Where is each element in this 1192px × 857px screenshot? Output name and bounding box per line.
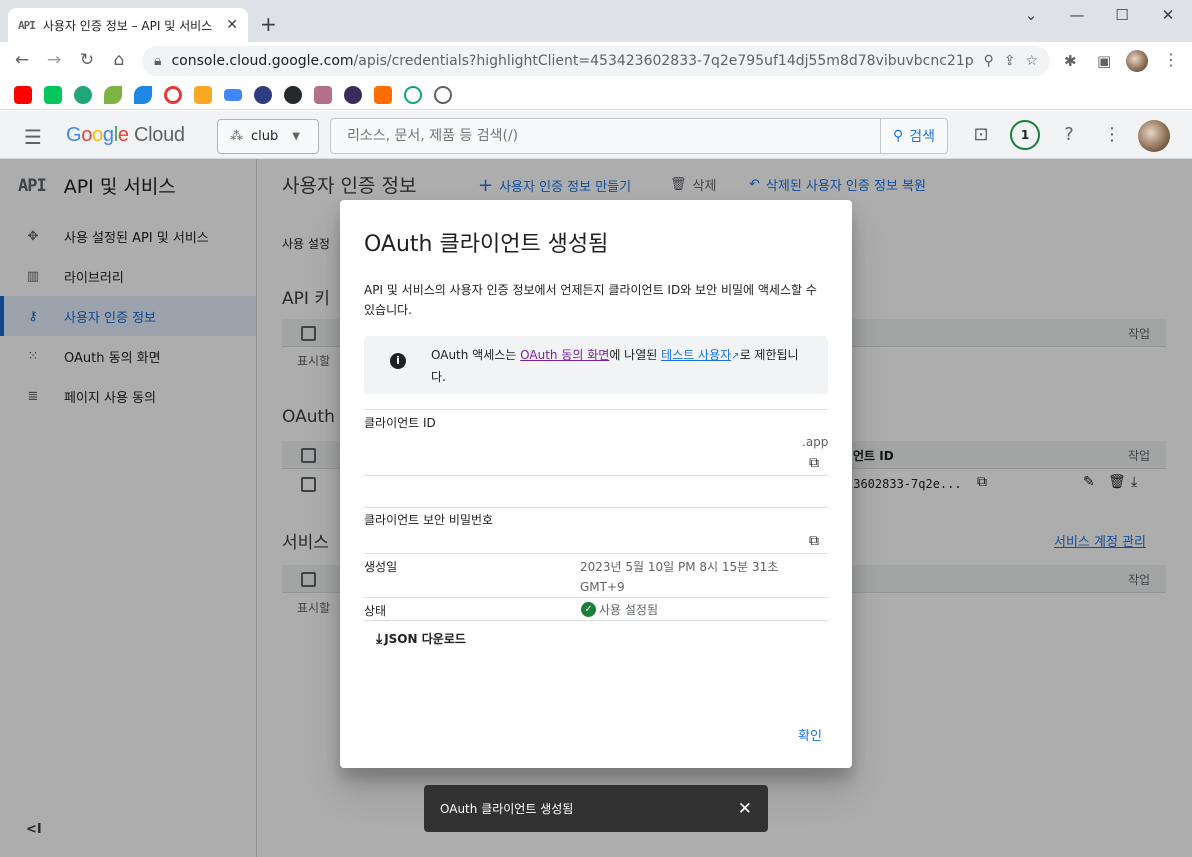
reload-icon[interactable]: ↻ bbox=[75, 50, 99, 70]
divider bbox=[364, 507, 828, 508]
bookmarks-bar bbox=[0, 80, 1192, 110]
owl-icon[interactable] bbox=[254, 85, 272, 104]
divider bbox=[364, 475, 828, 476]
divider bbox=[364, 409, 828, 410]
snackbar-text: OAuth 클라이언트 생성됨 bbox=[440, 802, 574, 816]
check-circle-icon: ✓ bbox=[581, 602, 596, 617]
test-users-link[interactable]: 테스트 사용자 bbox=[661, 348, 731, 362]
chevron-down-icon[interactable]: ⌄ bbox=[1016, 6, 1046, 24]
image-icon[interactable] bbox=[314, 85, 332, 104]
status-badge: ✓ 사용 설정됨 bbox=[581, 601, 658, 618]
api-favicon-icon: API bbox=[18, 18, 36, 32]
dropdown-arrow-icon: ▼ bbox=[292, 131, 300, 142]
classroom-icon[interactable] bbox=[194, 85, 212, 104]
copy-secret-icon[interactable]: ⧉ bbox=[809, 533, 819, 549]
feather-icon[interactable] bbox=[134, 85, 152, 104]
leaf-icon[interactable] bbox=[104, 85, 122, 104]
copy-client-id-icon[interactable]: ⧉ bbox=[809, 455, 819, 471]
project-name: club bbox=[251, 129, 279, 144]
globe-icon[interactable] bbox=[434, 85, 452, 104]
cube-icon[interactable] bbox=[374, 85, 392, 104]
project-picker[interactable]: ⁂ club ▼ bbox=[217, 119, 319, 154]
avatar-bookmark-icon[interactable] bbox=[344, 85, 362, 104]
account-avatar[interactable] bbox=[1138, 120, 1170, 152]
github-icon[interactable] bbox=[284, 85, 302, 104]
search-button[interactable]: ⚲ 검색 bbox=[879, 119, 947, 153]
close-icon[interactable]: ✕ bbox=[738, 799, 752, 819]
back-icon[interactable]: ← bbox=[10, 50, 34, 70]
bookmark-green-icon[interactable] bbox=[74, 85, 92, 104]
new-tab-icon[interactable]: + bbox=[260, 12, 277, 36]
project-nodes-icon: ⁂ bbox=[230, 129, 243, 144]
google-cloud-logo[interactable]: Google Cloud bbox=[66, 124, 185, 147]
star-icon[interactable]: ☆ bbox=[1025, 53, 1038, 69]
divider bbox=[364, 597, 828, 598]
oauth-consent-link[interactable]: OAuth 동의 화면 bbox=[520, 348, 609, 362]
status-label: 상태 bbox=[364, 604, 387, 618]
naver-icon[interactable] bbox=[44, 85, 62, 104]
share-icon[interactable]: ⇪ bbox=[1004, 53, 1016, 69]
download-icon: ⤓ bbox=[376, 630, 383, 647]
minimize-icon[interactable]: — bbox=[1062, 6, 1092, 24]
close-window-icon[interactable]: ✕ bbox=[1153, 6, 1183, 24]
dialog-description: API 및 서비스의 사용자 인증 정보에서 언제든지 클라이언트 ID와 보안… bbox=[364, 283, 817, 317]
browser-tab[interactable]: API 사용자 인증 정보 – API 및 서비스 ✕ bbox=[8, 8, 248, 42]
info-icon: i bbox=[390, 353, 406, 369]
client-secret-label: 클라이언트 보안 비밀번호 bbox=[364, 513, 494, 527]
ring-icon[interactable] bbox=[164, 85, 182, 104]
url-text: console.cloud.google.com/apis/credential… bbox=[171, 53, 974, 69]
json-download-button[interactable]: ⤓ JSON 다운로드 bbox=[376, 630, 466, 647]
address-bar[interactable]: 🔒︎ console.cloud.google.com/apis/credent… bbox=[142, 46, 1050, 76]
hamburger-menu-icon[interactable]: ☰ bbox=[24, 125, 42, 149]
home-icon[interactable]: ⌂ bbox=[107, 50, 131, 70]
search-icon[interactable]: ⚲ bbox=[983, 53, 993, 69]
confirm-button[interactable]: 확인 bbox=[798, 725, 822, 744]
external-link-icon: ↗ bbox=[731, 351, 740, 362]
notification-badge[interactable]: 1 bbox=[1010, 120, 1040, 150]
created-value: 2023년 5월 10일 PM 8시 15분 31초 GMT+9 bbox=[580, 560, 779, 594]
sidepanel-icon[interactable]: ▣ bbox=[1097, 52, 1111, 70]
divider bbox=[364, 620, 828, 621]
youtube-icon[interactable] bbox=[14, 85, 32, 104]
more-vert-icon[interactable]: ⋮ bbox=[1099, 124, 1125, 145]
banner-icon[interactable] bbox=[224, 88, 242, 101]
created-label: 생성일 bbox=[364, 560, 398, 574]
tab-title: 사용자 인증 정보 – API 및 서비스 bbox=[42, 18, 213, 33]
search-bar: ⚲검색 bbox=[330, 118, 948, 154]
info-text: OAuth 액세스는 OAuth 동의 화면에 나열된 테스트 사용자↗로 제한… bbox=[431, 348, 799, 384]
divider bbox=[364, 553, 828, 554]
client-id-label: 클라이언트 ID bbox=[364, 416, 436, 430]
search-input[interactable] bbox=[331, 128, 880, 144]
forward-icon[interactable]: → bbox=[42, 50, 66, 70]
more-vert-icon[interactable]: ⋮ bbox=[1163, 50, 1179, 69]
snackbar: OAuth 클라이언트 생성됨 ✕ bbox=[424, 785, 768, 832]
lock-icon[interactable]: 🔒︎ bbox=[154, 53, 161, 69]
search-icon: ⚲ bbox=[892, 128, 904, 144]
client-id-value: .app bbox=[802, 435, 829, 449]
dialog-title: OAuth 클라이언트 생성됨 bbox=[364, 232, 609, 257]
help-icon[interactable]: ? bbox=[1056, 124, 1082, 145]
extensions-icon[interactable]: ✱ bbox=[1064, 52, 1077, 70]
cloud-shell-icon[interactable]: ⊡ bbox=[968, 124, 994, 145]
close-tab-icon[interactable]: ✕ bbox=[226, 17, 238, 33]
openai-icon[interactable] bbox=[404, 85, 422, 104]
profile-avatar[interactable] bbox=[1126, 50, 1148, 72]
maximize-icon[interactable]: ☐ bbox=[1107, 6, 1137, 24]
